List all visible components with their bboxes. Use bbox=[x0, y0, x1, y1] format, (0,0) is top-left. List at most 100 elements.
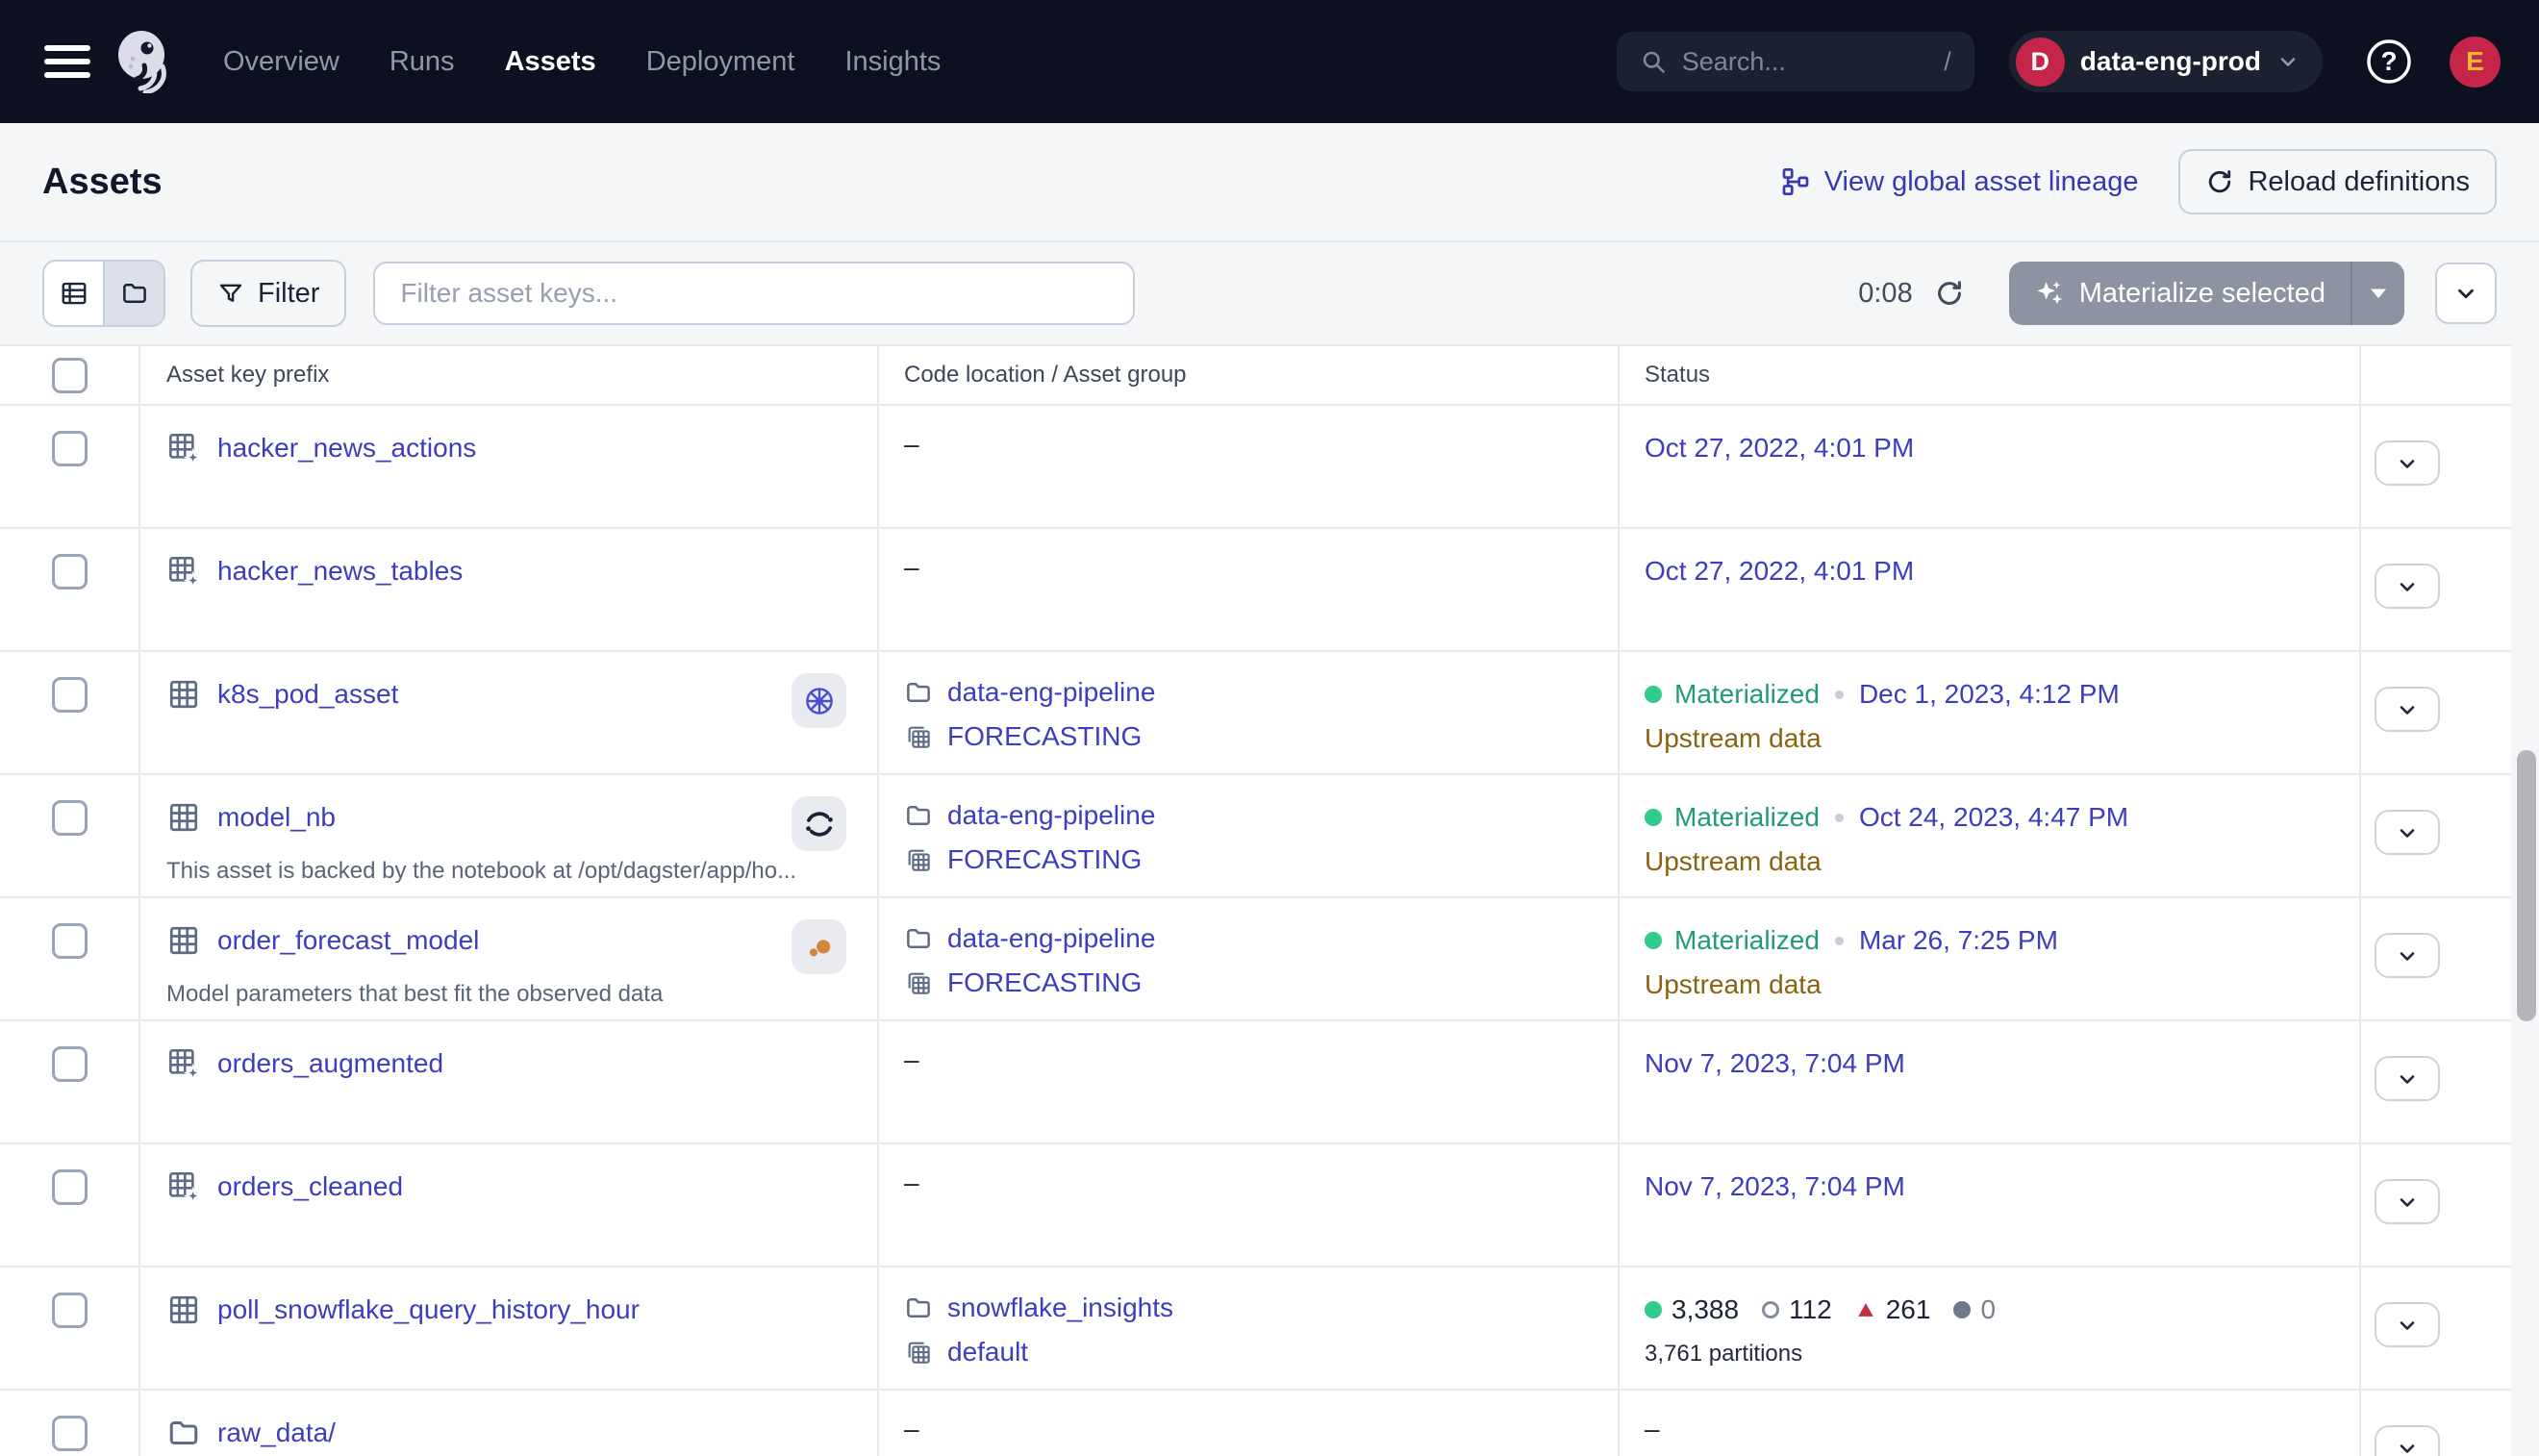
folder-icon bbox=[904, 924, 933, 953]
nav-item-deployment[interactable]: Deployment bbox=[646, 46, 795, 78]
materialize-options-caret[interactable] bbox=[2352, 262, 2404, 325]
materialization-time-link[interactable]: Oct 27, 2022, 4:01 PM bbox=[1645, 433, 1914, 464]
reload-definitions-button[interactable]: Reload definitions bbox=[2178, 149, 2497, 214]
table-row: model_nbThis asset is backed by the note… bbox=[0, 775, 2511, 898]
materialized-dot-icon bbox=[1645, 686, 1662, 703]
asset-group-link[interactable]: default bbox=[947, 1337, 1028, 1368]
asset-group-icon bbox=[904, 1338, 933, 1367]
asset-link[interactable]: orders_cleaned bbox=[217, 1171, 403, 1202]
upstream-data-label: Upstream data bbox=[1645, 846, 1822, 877]
asset-link[interactable]: model_nb bbox=[217, 802, 336, 833]
materialize-selected-button[interactable]: Materialize selected bbox=[2009, 262, 2404, 325]
filter-asset-keys-input[interactable] bbox=[373, 262, 1135, 325]
asset-group-link[interactable]: FORECASTING bbox=[947, 721, 1142, 752]
asset-link[interactable]: raw_data/ bbox=[217, 1418, 336, 1448]
directory-view-button[interactable] bbox=[103, 262, 163, 325]
code-location-link[interactable]: snowflake_insights bbox=[947, 1293, 1173, 1323]
code-location-link[interactable]: data-eng-pipeline bbox=[947, 677, 1155, 708]
materialization-time-link[interactable]: Dec 1, 2023, 4:12 PM bbox=[1859, 679, 2120, 710]
table-body: hacker_news_actions – Oct 27, 2022, 4:01… bbox=[0, 406, 2511, 1456]
row-checkbox[interactable] bbox=[52, 554, 88, 590]
materialization-time-link[interactable]: Mar 26, 7:25 PM bbox=[1859, 925, 2058, 956]
row-checkbox[interactable] bbox=[52, 923, 88, 959]
deployment-switcher[interactable]: D data-eng-prod bbox=[2009, 31, 2323, 92]
search-shortcut: / bbox=[1944, 47, 1951, 77]
row-checkbox[interactable] bbox=[52, 1169, 88, 1205]
asset-group-link[interactable]: FORECASTING bbox=[947, 967, 1142, 998]
partitions-total-label: 3,761 partitions bbox=[1645, 1341, 1802, 1368]
scrollbar-thumb[interactable] bbox=[2517, 750, 2536, 1021]
code-location-link[interactable]: data-eng-pipeline bbox=[947, 800, 1155, 831]
asset-prefix-icon bbox=[166, 1169, 201, 1204]
partition-count: 261 bbox=[1855, 1294, 1931, 1325]
noteable-icon bbox=[802, 807, 837, 841]
user-avatar[interactable]: E bbox=[2450, 37, 2501, 88]
compute-kind-badge bbox=[792, 796, 846, 851]
row-checkbox[interactable] bbox=[52, 431, 88, 466]
row-checkbox[interactable] bbox=[52, 800, 88, 836]
top-navbar: Overview Runs Assets Deployment Insights Sea… bbox=[0, 0, 2539, 123]
chevron-down-icon bbox=[2396, 1437, 2419, 1456]
asset-link[interactable]: hacker_news_tables bbox=[217, 556, 463, 587]
row-expand-button[interactable] bbox=[2375, 810, 2440, 855]
nav-item-insights[interactable]: Insights bbox=[844, 46, 941, 78]
compute-kind-badge bbox=[792, 919, 846, 974]
row-checkbox[interactable] bbox=[52, 677, 88, 713]
asset-group-link[interactable]: FORECASTING bbox=[947, 844, 1142, 875]
dagster-logo-icon bbox=[115, 30, 171, 93]
select-all-checkbox[interactable] bbox=[52, 358, 88, 393]
table-row: k8s_pod_asset data-eng-pipeline FORECAST… bbox=[0, 652, 2511, 775]
svg-text:?: ? bbox=[2380, 46, 2397, 76]
code-location-link[interactable]: data-eng-pipeline bbox=[947, 923, 1155, 954]
row-checkbox[interactable] bbox=[52, 1416, 88, 1451]
nav-item-runs[interactable]: Runs bbox=[390, 46, 455, 78]
view-global-asset-lineage-link[interactable]: View global asset lineage bbox=[1780, 166, 2139, 198]
row-expand-button[interactable] bbox=[2375, 1179, 2440, 1224]
refresh-icon bbox=[1934, 278, 1965, 309]
flat-view-button[interactable] bbox=[44, 262, 103, 325]
funnel-icon bbox=[217, 280, 244, 307]
lineage-link-label: View global asset lineage bbox=[1824, 166, 2139, 198]
materialization-time-link[interactable]: Nov 7, 2023, 7:04 PM bbox=[1645, 1048, 1905, 1079]
asset-prefix-icon bbox=[166, 431, 201, 465]
chevron-down-icon bbox=[2396, 575, 2419, 598]
table-header-row: Asset key prefix Code location / Asset g… bbox=[0, 346, 2511, 406]
row-expand-button[interactable] bbox=[2375, 564, 2440, 609]
asset-link[interactable]: order_forecast_model bbox=[217, 925, 479, 956]
menu-icon[interactable] bbox=[44, 45, 90, 78]
row-expand-button[interactable] bbox=[2375, 1302, 2440, 1347]
row-expand-button[interactable] bbox=[2375, 687, 2440, 732]
more-actions-button[interactable] bbox=[2435, 263, 2497, 324]
partition-count: 3,388 bbox=[1645, 1294, 1739, 1325]
row-expand-button[interactable] bbox=[2375, 1056, 2440, 1101]
materialization-time-link[interactable]: Oct 24, 2023, 4:47 PM bbox=[1859, 802, 2128, 833]
chevron-down-icon bbox=[2396, 1314, 2419, 1337]
materialization-time-link[interactable]: Nov 7, 2023, 7:04 PM bbox=[1645, 1171, 1905, 1202]
filter-button[interactable]: Filter bbox=[190, 260, 346, 327]
refresh-button[interactable] bbox=[1934, 278, 1965, 309]
help-button[interactable]: ? bbox=[2365, 38, 2413, 86]
row-expand-button[interactable] bbox=[2375, 440, 2440, 486]
filter-button-label: Filter bbox=[258, 278, 319, 310]
partition-count: 0 bbox=[1953, 1294, 1996, 1325]
row-expand-button[interactable] bbox=[2375, 933, 2440, 978]
nav-right-cluster: Search... / D data-eng-prod ? E bbox=[1617, 31, 2501, 92]
failed-triangle-icon bbox=[1855, 1299, 1876, 1320]
table-row: order_forecast_modelModel parameters tha… bbox=[0, 898, 2511, 1021]
row-checkbox[interactable] bbox=[52, 1046, 88, 1082]
primary-nav: Overview Runs Assets Deployment Insights bbox=[223, 46, 941, 78]
materialization-time-link[interactable]: Oct 27, 2022, 4:01 PM bbox=[1645, 556, 1914, 587]
column-header-code-location: Code location / Asset group bbox=[879, 346, 1620, 404]
partition-count: 112 bbox=[1762, 1294, 1832, 1325]
global-search-input[interactable]: Search... / bbox=[1617, 32, 1974, 91]
nav-item-overview[interactable]: Overview bbox=[223, 46, 339, 78]
asset-link[interactable]: hacker_news_actions bbox=[217, 433, 476, 464]
asset-link[interactable]: k8s_pod_asset bbox=[217, 679, 398, 710]
nav-item-assets[interactable]: Assets bbox=[505, 46, 596, 78]
asset-link[interactable]: orders_augmented bbox=[217, 1048, 443, 1079]
deployment-badge: D bbox=[2016, 38, 2065, 87]
row-checkbox[interactable] bbox=[52, 1293, 88, 1328]
asset-link[interactable]: poll_snowflake_query_history_hour bbox=[217, 1294, 640, 1325]
row-expand-button[interactable] bbox=[2375, 1425, 2440, 1456]
materialized-dot-icon bbox=[1645, 932, 1662, 949]
